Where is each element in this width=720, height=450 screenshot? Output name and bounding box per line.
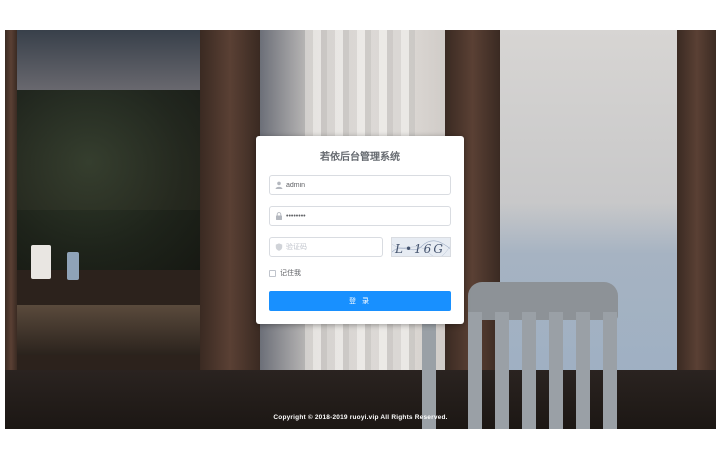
- shield-icon: [272, 238, 286, 256]
- remember-me[interactable]: 记住我: [269, 267, 301, 279]
- captcha-input[interactable]: [286, 239, 382, 255]
- copyright-footer: Copyright © 2018-2019 ruoyi.vip All Righ…: [273, 414, 448, 421]
- user-icon: [272, 176, 286, 194]
- bg-chair-slat: [549, 312, 563, 429]
- lock-icon: [272, 207, 286, 225]
- bg-chair-slat: [522, 312, 536, 429]
- bg-chair-slat: [468, 312, 482, 429]
- login-form: 若依后台管理系统 L•16G 记住我 登 录: [256, 136, 464, 324]
- bg-jar: [67, 252, 79, 280]
- bg-chair-slat: [576, 312, 590, 429]
- bg-chair-slat: [495, 312, 509, 429]
- password-input[interactable]: [286, 208, 450, 224]
- remember-label: 记住我: [280, 270, 301, 277]
- login-title: 若依后台管理系统: [320, 152, 400, 163]
- captcha-image[interactable]: L•16G: [391, 237, 451, 257]
- username-field[interactable]: [269, 175, 451, 195]
- bg-chair-back: [468, 282, 618, 320]
- bg-chair-slat: [603, 312, 617, 429]
- login-button[interactable]: 登 录: [269, 291, 451, 311]
- captcha-field[interactable]: [269, 237, 383, 257]
- bg-table: [17, 305, 200, 355]
- username-input[interactable]: [286, 177, 450, 193]
- bg-frame: [200, 30, 260, 400]
- bg-trees: [15, 90, 200, 270]
- password-field[interactable]: [269, 206, 451, 226]
- captcha-text: L•16G: [394, 242, 445, 256]
- bg-chair-slat: [422, 312, 436, 429]
- remember-checkbox[interactable]: [269, 269, 276, 277]
- bg-cup: [31, 245, 51, 279]
